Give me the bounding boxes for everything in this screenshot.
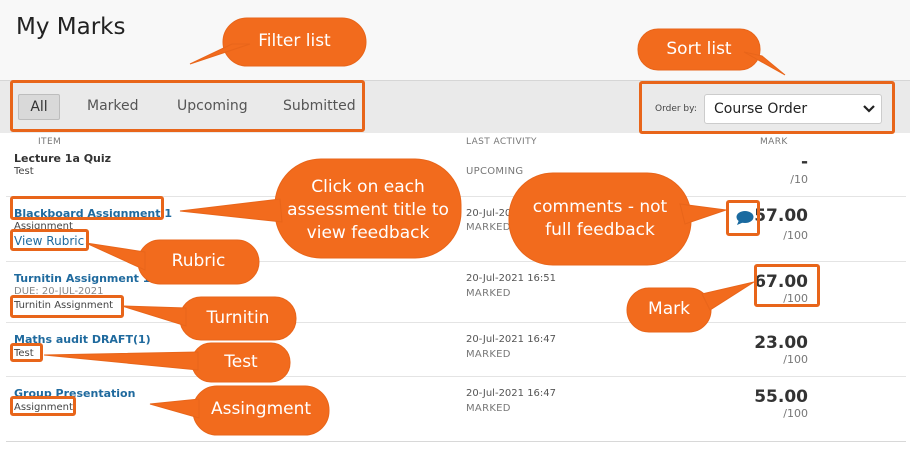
callout-turnitin: Turnitin xyxy=(206,308,270,328)
callout-click-line-1: Click on each xyxy=(311,177,425,197)
callout-click-assessment: Click on each assessment title to view f… xyxy=(275,176,461,245)
callout-filter-list: Filter list xyxy=(258,31,331,51)
callout-comments: comments - not full feedback xyxy=(509,196,691,242)
callout-comments-line-2: full feedback xyxy=(545,220,655,240)
callout-click-line-3: view feedback xyxy=(306,223,430,243)
callout-test: Test xyxy=(224,352,258,372)
callout-click-line-2: assessment title to xyxy=(287,200,449,220)
callout-rubric: Rubric xyxy=(171,251,226,271)
callout-sort-list: Sort list xyxy=(666,39,732,59)
callout-comments-line-1: comments - not xyxy=(532,197,668,217)
callout-mark: Mark xyxy=(648,299,690,319)
callout-assignment: Assingment xyxy=(210,399,312,419)
